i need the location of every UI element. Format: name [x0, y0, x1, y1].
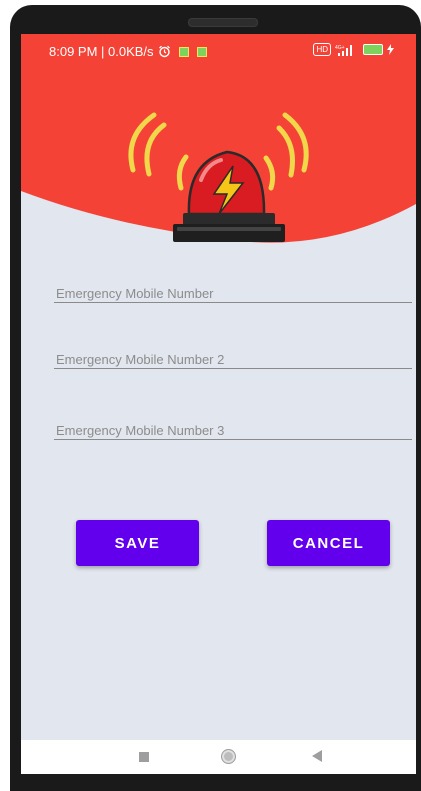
cancel-button[interactable]: CANCEL	[267, 520, 390, 566]
save-button[interactable]: SAVE	[76, 520, 199, 566]
phone-frame: 8:09 PM | 0.0KB/s HD 4G+ Emergency Mobil…	[10, 5, 421, 791]
header-banner	[21, 70, 416, 243]
phone-speaker	[188, 18, 258, 27]
navigation-bar	[21, 740, 416, 774]
emergency-number-input-3[interactable]	[54, 423, 416, 438]
battery-charging-icon	[363, 44, 383, 55]
emergency-number-field-2	[54, 338, 416, 369]
status-bar: 8:09 PM | 0.0KB/s HD 4G+	[21, 34, 416, 70]
alarm-clock-icon	[158, 45, 170, 58]
emergency-number-input-2[interactable]	[54, 352, 416, 367]
emergency-form	[54, 272, 416, 452]
status-time: 8:09 PM | 0.0KB/s	[49, 44, 154, 59]
emergency-number-field-3	[54, 409, 416, 440]
signal-icon: 4G+	[335, 44, 352, 56]
notification-icon	[178, 46, 189, 57]
emergency-number-input-1[interactable]	[54, 286, 416, 301]
status-right: HD 4G+	[313, 43, 394, 56]
emergency-number-field-1	[54, 272, 416, 303]
triangle-back-icon[interactable]	[312, 750, 322, 762]
svg-text:4G+: 4G+	[335, 45, 345, 51]
app-screen: 8:09 PM | 0.0KB/s HD 4G+ Emergency Mobil…	[21, 34, 416, 774]
hd-badge: HD	[313, 43, 331, 56]
circle-home-icon[interactable]	[221, 749, 236, 764]
charging-bolt-icon	[387, 44, 394, 55]
status-left: 8:09 PM | 0.0KB/s	[49, 44, 207, 59]
square-recents-icon[interactable]	[139, 752, 149, 762]
notification-icon	[196, 46, 207, 57]
